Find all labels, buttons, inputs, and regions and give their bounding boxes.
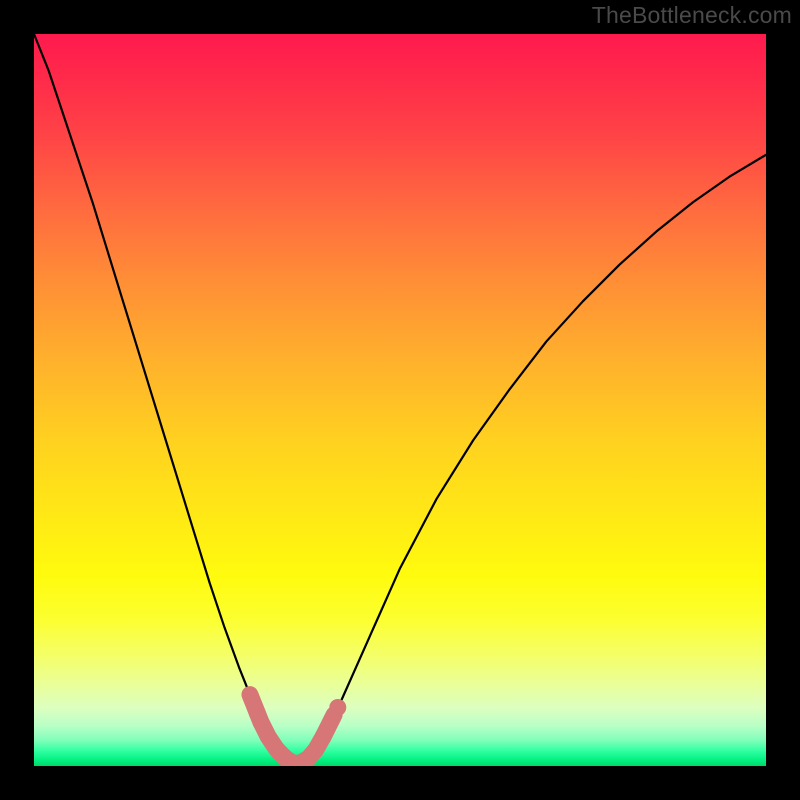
marker-dot — [329, 699, 346, 716]
chart-frame: TheBottleneck.com — [0, 0, 800, 800]
marker-segment-3 — [323, 715, 334, 737]
bottleneck-curve — [34, 34, 766, 764]
curve-layer — [34, 34, 766, 766]
watermark-text: TheBottleneck.com — [592, 2, 792, 29]
plot-area — [34, 34, 766, 766]
marker-segments — [250, 695, 346, 764]
